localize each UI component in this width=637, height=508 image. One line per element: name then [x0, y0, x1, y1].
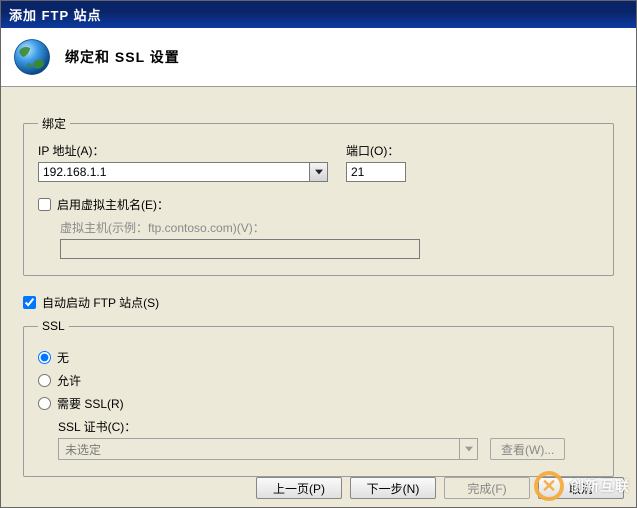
ip-address-combo[interactable] — [38, 162, 328, 182]
autostart-checkbox[interactable] — [23, 296, 36, 309]
cancel-button[interactable]: 取消 — [538, 477, 624, 499]
ip-address-dropdown-button[interactable] — [309, 162, 328, 182]
ssl-cert-label: SSL 证书(C)： — [58, 418, 599, 435]
ip-address-label: IP 地址(A)： — [38, 142, 328, 159]
ssl-group: SSL 无 允许 需要 SSL(R) SSL 证书(C)： — [23, 319, 614, 477]
ssl-none-radio[interactable] — [38, 351, 51, 364]
chevron-down-icon — [315, 169, 323, 175]
binding-legend: 绑定 — [38, 115, 70, 132]
ssl-cert-input — [58, 438, 459, 460]
ssl-legend: SSL — [38, 319, 69, 333]
ssl-require-radio[interactable] — [38, 397, 51, 410]
ip-address-input[interactable] — [38, 162, 309, 182]
titlebar: 添加 FTP 站点 — [1, 1, 636, 28]
ssl-require-label: 需要 SSL(R) — [57, 395, 124, 412]
ssl-cert-combo — [58, 438, 478, 460]
enable-virtual-hostname-checkbox[interactable] — [38, 198, 51, 211]
virtual-host-input — [60, 239, 420, 259]
ssl-cert-dropdown-button — [459, 438, 478, 460]
body: 绑定 IP 地址(A)： 端口(O)： — [1, 87, 636, 505]
globe-icon — [11, 36, 53, 78]
page-title: 绑定和 SSL 设置 — [65, 47, 180, 67]
port-label: 端口(O)： — [346, 142, 406, 159]
ssl-allow-radio[interactable] — [38, 374, 51, 387]
header: 绑定和 SSL 设置 — [1, 28, 636, 87]
window-title: 添加 FTP 站点 — [9, 8, 102, 23]
ssl-allow-label: 允许 — [57, 372, 81, 389]
virtual-host-label: 虚拟主机(示例：ftp.contoso.com)(V)： — [60, 219, 599, 236]
autostart-label: 自动启动 FTP 站点(S) — [42, 294, 159, 311]
view-cert-button: 查看(W)... — [490, 438, 565, 460]
binding-group: 绑定 IP 地址(A)： 端口(O)： — [23, 115, 614, 276]
port-input[interactable] — [346, 162, 406, 182]
add-ftp-site-window: 添加 FTP 站点 绑定和 SSL 设置 绑定 — [0, 0, 637, 508]
wizard-footer: 上一页(P) 下一步(N) 完成(F) 取消 — [256, 477, 624, 499]
finish-button: 完成(F) — [444, 477, 530, 499]
chevron-down-icon — [465, 446, 473, 452]
ssl-none-label: 无 — [57, 349, 69, 366]
previous-button[interactable]: 上一页(P) — [256, 477, 342, 499]
next-button[interactable]: 下一步(N) — [350, 477, 436, 499]
enable-virtual-hostname-label: 启用虚拟主机名(E)： — [57, 196, 169, 213]
